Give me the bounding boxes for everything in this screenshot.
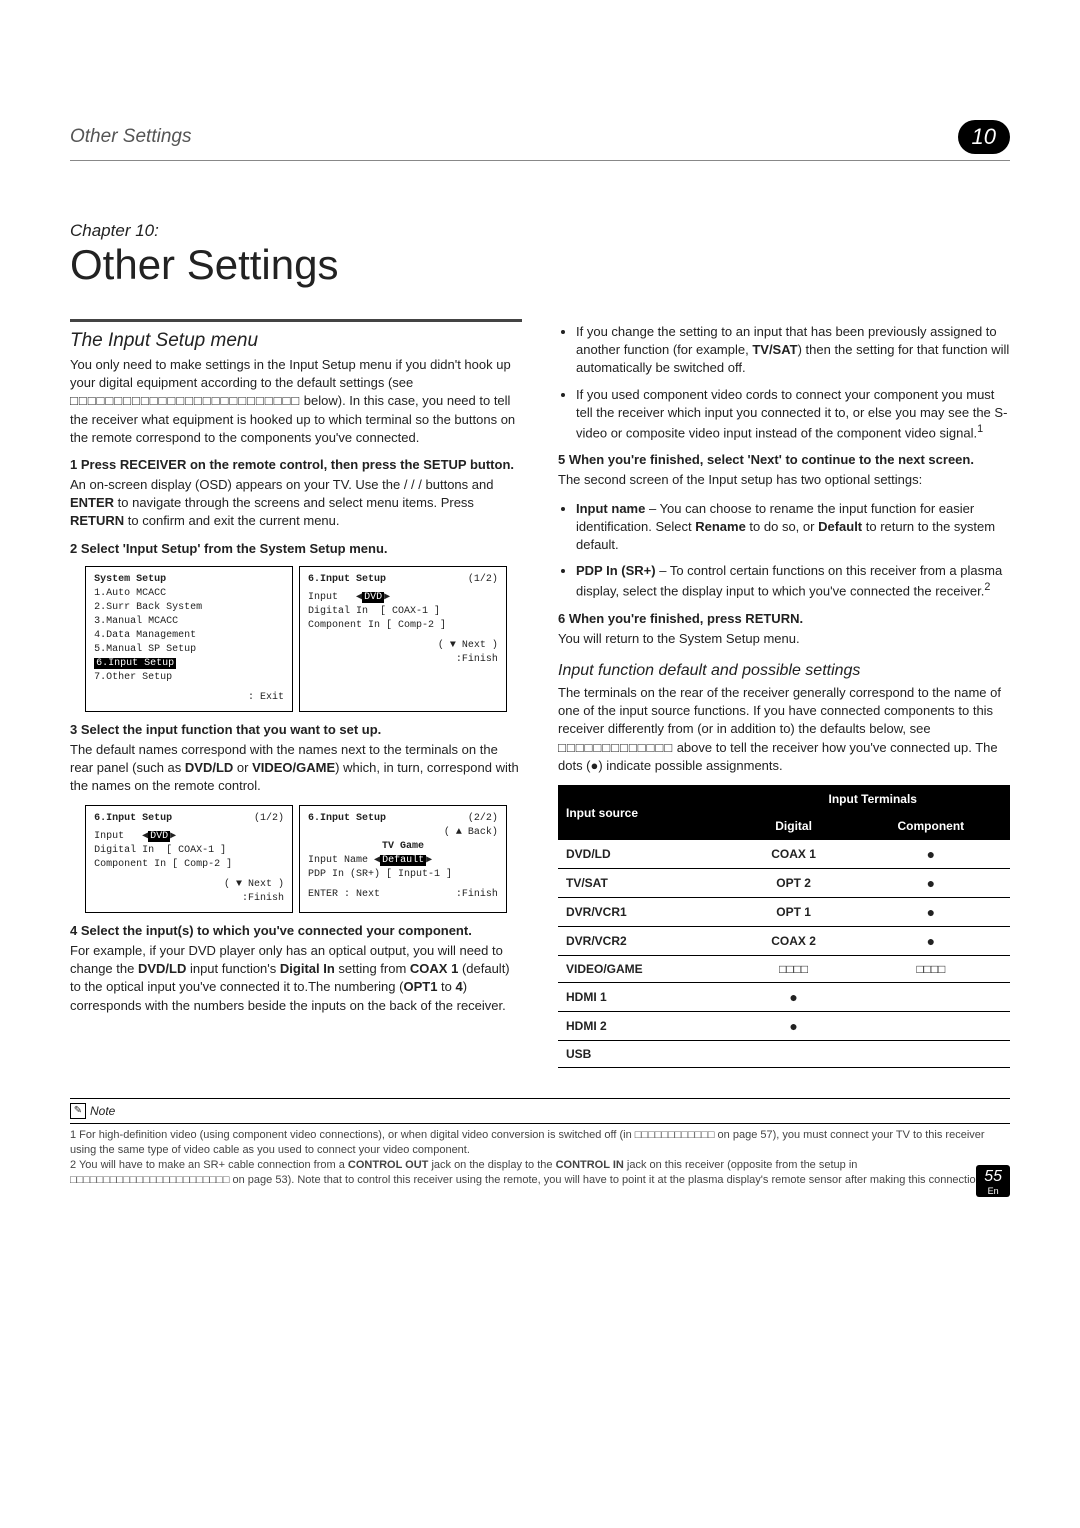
- step-5: 5 When you're finished, select 'Next' to…: [558, 452, 1010, 467]
- step-1: 1 Press RECEIVER on the remote control, …: [70, 457, 522, 472]
- step-2: 2 Select 'Input Setup' from the System S…: [70, 541, 522, 556]
- chapter-number-badge: 10: [958, 120, 1010, 154]
- note-change-assignment: If you change the setting to an input th…: [576, 323, 1010, 378]
- osd-row-1: System Setup 1.Auto MCACC 2.Surr Back Sy…: [70, 566, 522, 712]
- left-column: The Input Setup menu You only need to ma…: [70, 319, 522, 1068]
- page-number: 55 En: [976, 1165, 1010, 1197]
- table-row: TV/SATOPT 2●: [558, 869, 1010, 898]
- sub-section-defaults: Input function default and possible sett…: [558, 662, 1010, 680]
- th-digital: Digital: [735, 813, 851, 840]
- osd-system-setup: System Setup 1.Auto MCACC 2.Surr Back Sy…: [85, 566, 293, 712]
- note-divider: [70, 1098, 1010, 1099]
- option-input-name: Input name – You can choose to rename th…: [576, 500, 1010, 555]
- table-row: DVR/VCR1OPT 1●: [558, 898, 1010, 927]
- osd-input-setup-1: 6.Input Setup(1/2) Input ◀DVD▶ Digital I…: [299, 566, 507, 712]
- table-row: HDMI 1●: [558, 983, 1010, 1012]
- note-component-video: If you used component video cords to con…: [576, 386, 1010, 443]
- chapter-label: Chapter 10:: [70, 221, 1010, 241]
- footnotes: 1 For high-definition video (using compo…: [70, 1123, 1010, 1187]
- step-5-body: The second screen of the Input setup has…: [558, 471, 1010, 489]
- step-1-body: An on-screen display (OSD) appears on yo…: [70, 476, 522, 531]
- header-section: Other Settings: [70, 126, 191, 148]
- options-list: Input name – You can choose to rename th…: [576, 500, 1010, 601]
- footnote-2: 2 You will have to make an SR+ cable con…: [70, 1158, 1010, 1188]
- table-row: HDMI 2●: [558, 1012, 1010, 1041]
- pencil-icon: ✎: [70, 1103, 86, 1119]
- step-4-body: For example, if your DVD player only has…: [70, 942, 522, 1015]
- step-3-body: The default names correspond with the na…: [70, 741, 522, 796]
- table-row: DVR/VCR2COAX 2●: [558, 927, 1010, 956]
- input-terminals-table: Input source Input Terminals Digital Com…: [558, 785, 1010, 1068]
- table-row: VIDEO/GAME□□□□□□□□: [558, 956, 1010, 983]
- section-input-setup: The Input Setup menu: [70, 319, 522, 352]
- osd-row-2: 6.Input Setup(1/2) Input ◀DVD▶ Digital I…: [70, 805, 522, 913]
- osd-input-setup-3: 6.Input Setup(2/2) ( ▲ Back) TV Game Inp…: [299, 805, 507, 913]
- th-component: Component: [852, 813, 1010, 840]
- note-label: ✎Note: [70, 1103, 115, 1119]
- step-6-body: You will return to the System Setup menu…: [558, 630, 1010, 648]
- right-column: If you change the setting to an input th…: [558, 319, 1010, 1068]
- osd-input-setup-2: 6.Input Setup(1/2) Input ◀DVD▶ Digital I…: [85, 805, 293, 913]
- step-4: 4 Select the input(s) to which you've co…: [70, 923, 522, 938]
- footnote-1: 1 For high-definition video (using compo…: [70, 1128, 1010, 1158]
- sub-section-body: The terminals on the rear of the receive…: [558, 684, 1010, 775]
- page-title: Other Settings: [70, 241, 1010, 289]
- intro-text: You only need to make settings in the In…: [70, 356, 522, 447]
- th-input-source: Input source: [558, 786, 735, 840]
- step-3: 3 Select the input function that you wan…: [70, 722, 522, 737]
- page-header: Other Settings 10: [70, 120, 1010, 161]
- notes-list: If you change the setting to an input th…: [576, 323, 1010, 442]
- option-pdp-in: PDP In (SR+) – To control certain functi…: [576, 562, 1010, 601]
- table-row: DVD/LDCOAX 1●: [558, 840, 1010, 869]
- th-input-terminals: Input Terminals: [735, 786, 1010, 813]
- table-row: USB: [558, 1041, 1010, 1068]
- step-6: 6 When you're finished, press RETURN.: [558, 611, 1010, 626]
